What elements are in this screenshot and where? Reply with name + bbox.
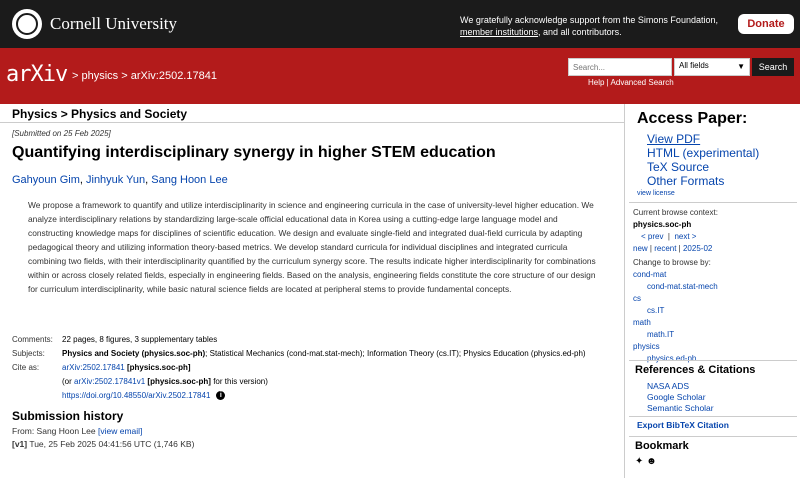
breadcrumb-paper-id: arXiv:2502.17841 <box>130 70 217 82</box>
change-browse: Change to browse by: cond-mat cond-mat.st… <box>633 258 718 363</box>
browse-context: Current browse context: physics.soc-ph <… <box>633 208 718 253</box>
subjects-value: Physics and Society (physics.soc-ph); St… <box>62 349 586 358</box>
view-pdf-link[interactable]: View PDF <box>647 132 759 146</box>
version-v1: [v1] Tue, 25 Feb 2025 04:41:56 UTC (1,74… <box>12 439 195 449</box>
view-license-link[interactable]: view license <box>637 190 675 197</box>
author-link[interactable]: Jinhyuk Yun <box>86 174 145 186</box>
other-formats-link[interactable]: Other Formats <box>647 174 759 188</box>
submitter: From: Sang Hoon Lee [view email] <box>12 426 143 436</box>
cite-link[interactable]: arXiv:2502.17841 <box>62 363 125 372</box>
cornell-logo[interactable]: Cornell University <box>12 9 177 39</box>
cornell-name: Cornell University <box>50 14 178 33</box>
tex-source-link[interactable]: TeX Source <box>647 160 759 174</box>
arxiv-header: arXiv > physics > arXiv:2502.17841 All f… <box>0 48 800 104</box>
cite-label: Cite as: <box>12 363 40 372</box>
bookmark-heading: Bookmark <box>635 440 689 452</box>
help-links: Help | Advanced Search <box>588 78 674 87</box>
references-heading: References & Citations <box>635 364 756 376</box>
download-links: View PDF HTML (experimental) TeX Source … <box>647 132 759 188</box>
author-link[interactable]: Gahyoun Gim <box>12 174 80 186</box>
submission-history-heading: Submission history <box>12 409 124 423</box>
breadcrumb-physics[interactable]: physics <box>81 70 118 82</box>
sidebar: Access Paper: View PDF HTML (experimenta… <box>624 104 800 478</box>
donate-button[interactable]: Donate <box>738 14 794 34</box>
browse-link[interactable]: cs.IT <box>647 306 664 315</box>
metadata-table: Comments: 22 pages, 8 figures, 3 suppleme… <box>12 335 586 401</box>
author-link[interactable]: Sang Hoon Lee <box>151 174 227 186</box>
comments-label: Comments: <box>12 335 53 344</box>
prev-link[interactable]: < prev <box>641 232 663 241</box>
bookmark-icons: ✦ ☻ <box>635 456 657 467</box>
cornell-seal-icon <box>12 9 42 39</box>
subjects-label: Subjects: <box>12 349 45 358</box>
help-link[interactable]: Help <box>588 78 604 87</box>
view-email-link[interactable]: [view email] <box>98 426 142 436</box>
semantic-scholar-link[interactable]: Semantic Scholar <box>647 403 714 413</box>
arxiv-logo[interactable]: arXiv <box>6 62 68 87</box>
browse-link[interactable]: physics.ed-ph <box>647 354 696 363</box>
html-link[interactable]: HTML (experimental) <box>647 146 759 160</box>
divider <box>629 202 797 203</box>
browse-link[interactable]: math.IT <box>647 330 674 339</box>
submitted-date: [Submitted on 25 Feb 2025] <box>12 129 111 138</box>
comments-value: 22 pages, 8 figures, 3 supplementary tab… <box>62 335 218 344</box>
search-input[interactable] <box>568 58 672 76</box>
category-title: Physics > Physics and Society <box>12 107 188 121</box>
access-paper-heading: Access Paper: <box>637 110 748 127</box>
divider <box>629 360 797 361</box>
browse-link[interactable]: cond-mat.stat-mech <box>647 282 718 291</box>
month-link[interactable]: 2025-02 <box>683 244 712 253</box>
cornell-header: Cornell University We gratefully acknowl… <box>0 0 800 48</box>
next-link[interactable]: next > <box>674 232 696 241</box>
recent-link[interactable]: recent <box>654 244 676 253</box>
info-icon[interactable]: i <box>216 391 226 401</box>
breadcrumb: > physics > arXiv:2502.17841 <box>72 70 217 82</box>
category-header: Physics > Physics and Society <box>0 104 624 123</box>
browse-link[interactable]: cs <box>633 294 641 303</box>
bibsonomy-icon[interactable]: ✦ <box>635 456 643 467</box>
cite-v1-link[interactable]: arXiv:2502.17841v1 <box>74 377 145 386</box>
export-bibtex-link[interactable]: Export BibTeX Citation <box>637 420 729 430</box>
member-institutions-link[interactable]: member institutions <box>460 27 538 37</box>
google-scholar-link[interactable]: Google Scholar <box>647 392 706 402</box>
browse-link[interactable]: math <box>633 318 651 327</box>
abstract: We propose a framework to quantify and u… <box>28 200 596 294</box>
paper-title: Quantifying interdisciplinary synergy in… <box>12 144 496 161</box>
browse-link[interactable]: physics <box>633 342 660 351</box>
new-link[interactable]: new <box>633 244 648 253</box>
search-field-select[interactable]: All fields ▼ <box>674 58 750 76</box>
divider <box>629 416 797 417</box>
nasa-ads-link[interactable]: NASA ADS <box>647 381 689 391</box>
acknowledgement-text: We gratefully acknowledge support from t… <box>460 15 718 37</box>
advanced-search-link[interactable]: Advanced Search <box>611 78 674 87</box>
references-links: NASA ADS Google Scholar Semantic Scholar <box>647 381 714 414</box>
doi-link[interactable]: https://doi.org/10.48550/arXiv.2502.1784… <box>62 391 210 400</box>
browse-link[interactable]: cond-mat <box>633 270 666 279</box>
paper-main: Physics > Physics and Society [Submitted… <box>0 104 624 478</box>
reddit-icon[interactable]: ☻ <box>646 456 657 467</box>
chevron-down-icon: ▼ <box>737 62 745 71</box>
v1-link[interactable]: [v1] <box>12 439 27 449</box>
search-button[interactable]: Search <box>752 58 794 76</box>
authors: Gahyoun Gim, Jinhyuk Yun, Sang Hoon Lee <box>12 174 228 186</box>
divider <box>629 436 797 437</box>
